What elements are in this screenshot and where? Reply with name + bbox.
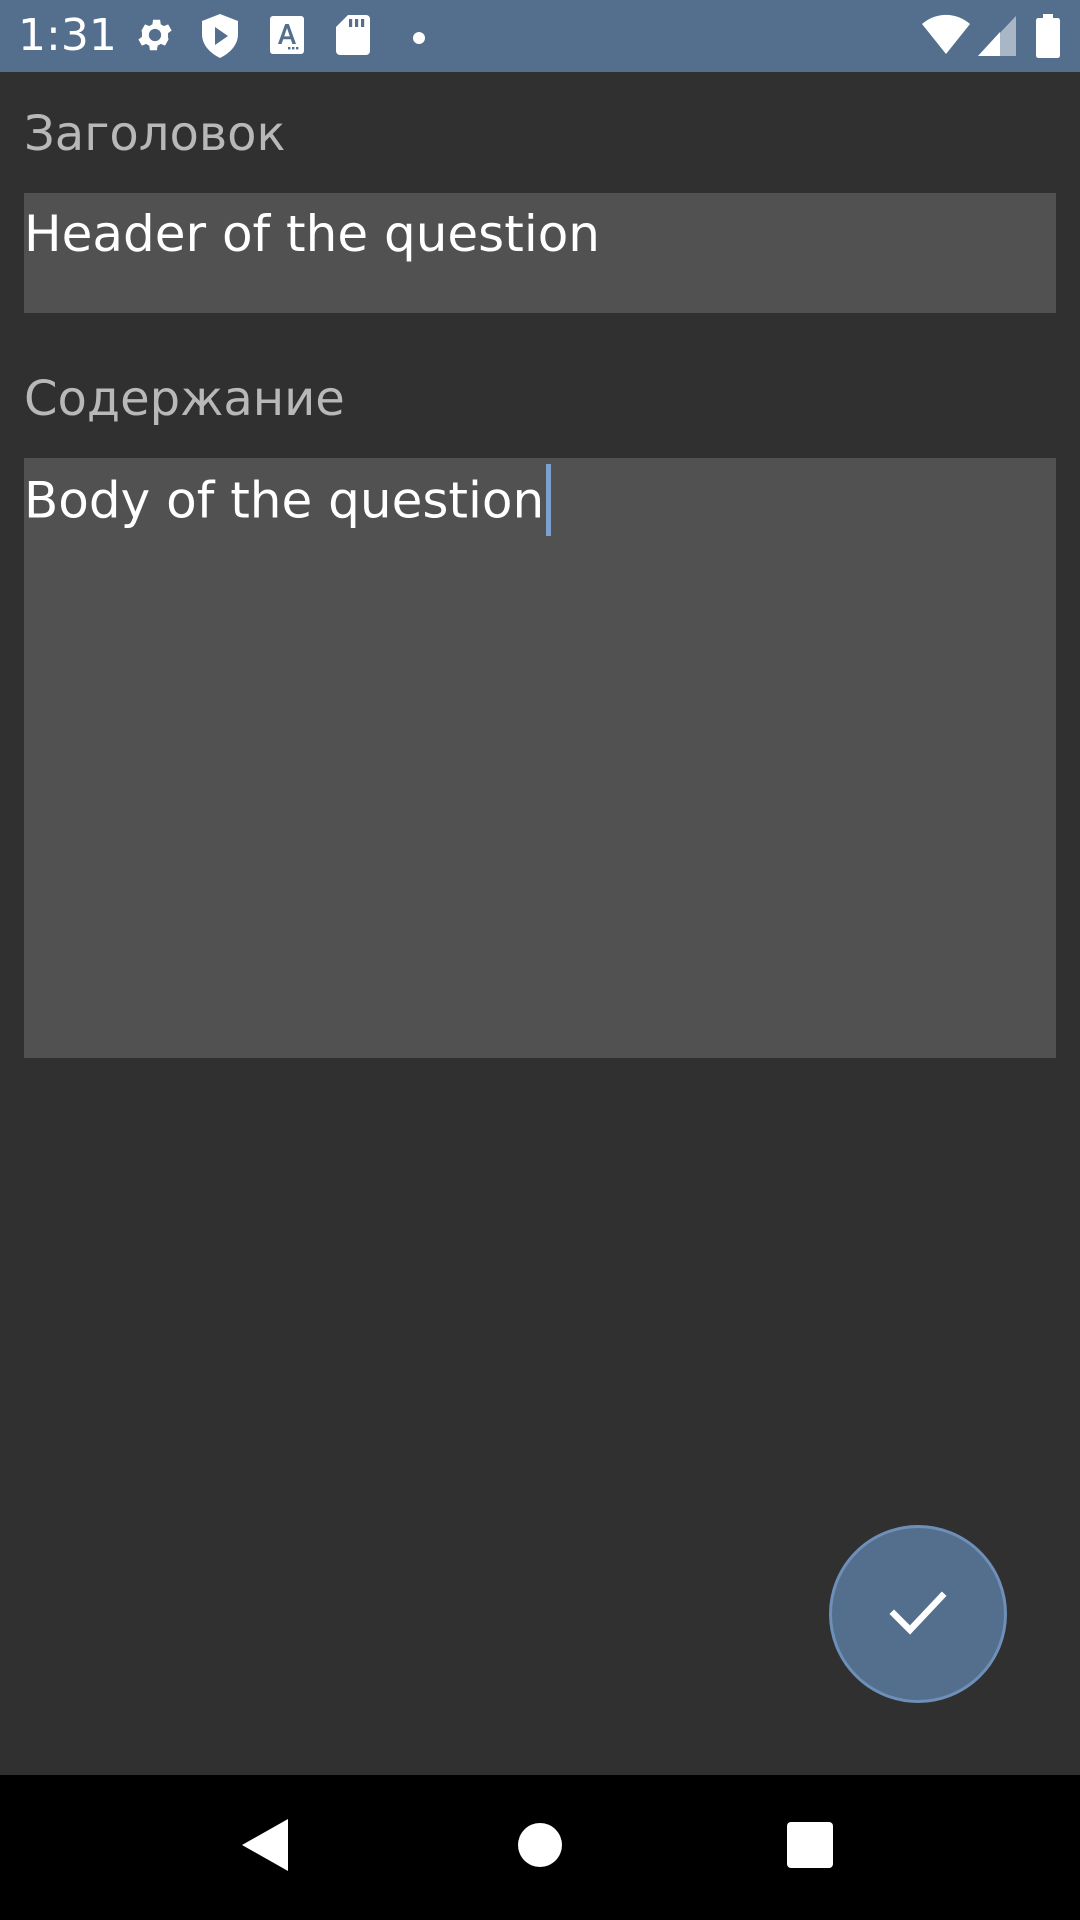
- battery-icon: [1036, 14, 1060, 62]
- home-icon: [518, 1823, 562, 1871]
- back-icon: [242, 1819, 288, 1875]
- nav-recents-button[interactable]: [760, 1797, 860, 1897]
- wifi-icon: [922, 14, 970, 58]
- navigation-bar: [0, 1775, 1080, 1920]
- nav-back-button[interactable]: [215, 1797, 315, 1897]
- body-label: Содержание: [24, 371, 345, 427]
- title-field[interactable]: Header of the question: [24, 193, 1056, 313]
- signal-icon: [978, 16, 1016, 60]
- status-bar: 1:31: [0, 0, 1080, 72]
- sd-card-icon: [336, 15, 370, 59]
- body-field-text: Body of the question: [24, 471, 545, 530]
- recents-icon: [787, 1822, 833, 1872]
- notification-dot-icon: [412, 30, 426, 49]
- status-time: 1:31: [18, 10, 117, 61]
- title-label: Заголовок: [24, 106, 286, 162]
- body-field[interactable]: Body of the question: [24, 458, 1056, 1058]
- body-field-text-wrap: Body of the question: [24, 464, 552, 540]
- shield-play-icon: [200, 14, 240, 62]
- check-icon: [888, 1588, 948, 1640]
- text-a-icon: [270, 16, 304, 58]
- nav-home-button[interactable]: [490, 1797, 590, 1897]
- question-editor: Заголовок Header of the question Содержа…: [0, 72, 1080, 1775]
- save-fab-button[interactable]: [829, 1525, 1007, 1703]
- text-cursor: [546, 464, 552, 536]
- title-field-text: Header of the question: [24, 205, 601, 263]
- gear-icon: [134, 14, 176, 60]
